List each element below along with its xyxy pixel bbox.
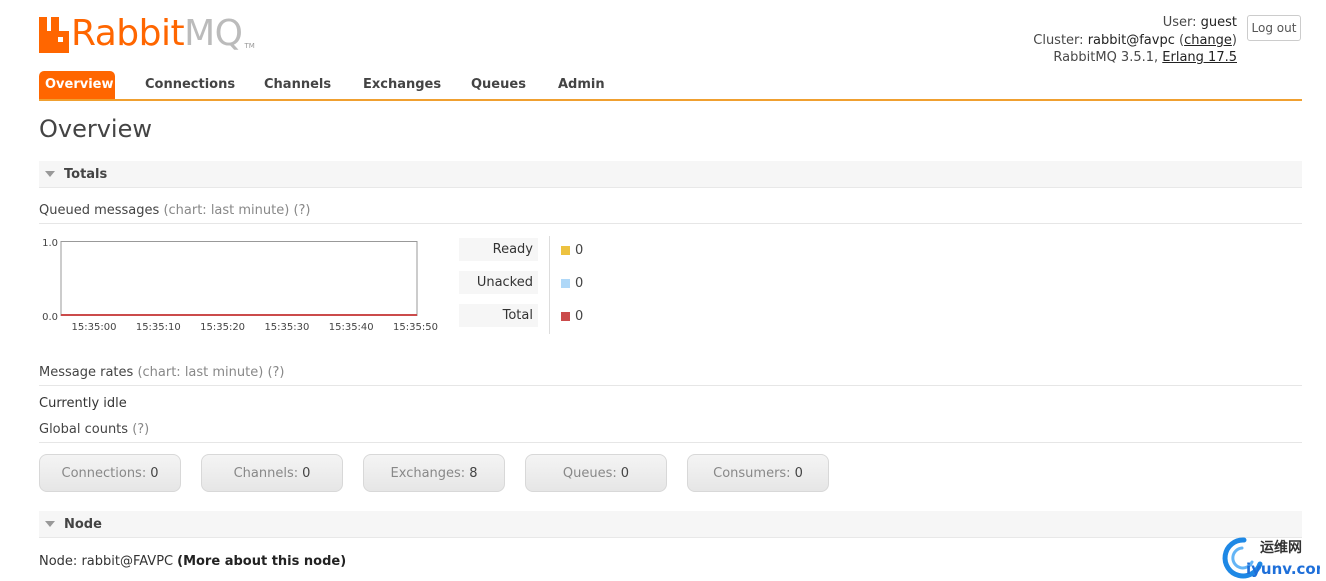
consumers-count-value: 0 — [794, 465, 803, 481]
message-rates-label: Message rates — [39, 365, 134, 380]
global-counts-heading: Global counts (?) — [39, 422, 1302, 443]
cluster-value: rabbit@favpc — [1087, 32, 1175, 48]
exchanges-count-value: 8 — [469, 465, 478, 481]
main-nav-tabs: Overview Connections Channels Exchanges … — [39, 71, 1302, 101]
tab-overview[interactable]: Overview — [39, 71, 115, 99]
queued-messages-note[interactable]: (chart: last minute) (?) — [163, 203, 310, 218]
version-text: RabbitMQ 3.5.1, — [1053, 50, 1159, 65]
legend-label-total[interactable]: Total — [459, 304, 538, 327]
page-title: Overview — [39, 115, 152, 143]
logo-rabbit-text: Rabbit — [71, 13, 185, 54]
exchanges-count-button[interactable]: Exchanges: 8 — [363, 454, 505, 492]
legend-value-unacked: 0 — [575, 276, 584, 291]
user-value: guest — [1200, 15, 1237, 30]
exchanges-count-label: Exchanges: — [390, 465, 466, 481]
totals-heading: Totals — [64, 166, 108, 182]
collapse-triangle-icon — [45, 521, 55, 527]
channels-count-value: 0 — [302, 465, 311, 481]
global-counts-label: Global counts — [39, 422, 129, 437]
legend-value-total: 0 — [575, 309, 584, 324]
queues-count-button[interactable]: Queues: 0 — [525, 454, 667, 492]
queues-count-value: 0 — [620, 465, 630, 481]
legend-swatch-total — [561, 312, 570, 321]
connections-count-value: 0 — [150, 465, 159, 481]
channels-count-label: Channels: — [233, 465, 299, 481]
cluster-label: Cluster: — [1033, 32, 1084, 48]
watermark-logo: 运维网 iyunv.com — [1222, 537, 1320, 579]
node-heading: Node — [64, 516, 102, 532]
x-tick-label: 15:35:20 — [200, 322, 245, 333]
x-tick-label: 15:35:30 — [264, 322, 309, 333]
x-tick-label: 15:35:00 — [72, 322, 117, 333]
cluster-change-link[interactable]: change — [1184, 33, 1232, 48]
queues-count-label: Queues: — [562, 465, 617, 481]
tab-queues[interactable]: Queues — [471, 71, 526, 99]
legend-separator — [549, 236, 550, 334]
consumers-count-label: Consumers: — [713, 465, 791, 481]
tab-admin[interactable]: Admin — [558, 71, 605, 99]
header-info: User: guest Cluster: rabbit@favpc (chang… — [1033, 15, 1237, 65]
collapse-triangle-icon — [45, 171, 55, 177]
legend-swatch-unacked — [561, 279, 570, 288]
rabbitmq-logo-icon — [39, 17, 69, 53]
queued-messages-heading: Queued messages (chart: last minute) (?) — [39, 203, 1302, 224]
more-about-node-link[interactable]: (More about this node) — [177, 554, 346, 569]
legend-label-ready[interactable]: Ready — [459, 238, 538, 261]
x-tick-label: 15:35:10 — [136, 322, 181, 333]
message-rates-heading: Message rates (chart: last minute) (?) — [39, 365, 1302, 386]
legend-value-ready: 0 — [575, 243, 584, 258]
logo-mq-text: MQ — [184, 13, 243, 54]
rabbitmq-logo: RabbitMQ TM — [39, 14, 255, 54]
node-name-text: Node: rabbit@FAVPC — [39, 554, 174, 569]
channels-count-button[interactable]: Channels: 0 — [201, 454, 343, 492]
connections-count-label: Connections: — [61, 465, 147, 481]
queued-messages-chart: 1.0 0.0 15:35:00 15:35:10 15:35:20 15:35:30… — [42, 238, 438, 333]
totals-section-header[interactable]: Totals — [39, 161, 1302, 188]
global-counts-note[interactable]: (?) — [132, 422, 149, 437]
watermark-cn-text: 运维网 — [1260, 539, 1302, 556]
y-tick-label-min: 0.0 — [42, 312, 58, 323]
tab-channels[interactable]: Channels — [264, 71, 331, 99]
x-tick-label: 15:35:40 — [329, 322, 374, 333]
consumers-count-button[interactable]: Consumers: 0 — [687, 454, 829, 492]
currently-idle-text: Currently idle — [39, 396, 127, 411]
logout-button[interactable]: Log out — [1247, 15, 1301, 41]
tab-connections[interactable]: Connections — [145, 71, 235, 99]
y-tick-label-max: 1.0 — [42, 238, 58, 249]
erlang-version-link[interactable]: Erlang 17.5 — [1162, 50, 1237, 65]
tab-exchanges[interactable]: Exchanges — [363, 71, 441, 99]
legend-label-unacked[interactable]: Unacked — [459, 271, 538, 294]
message-rates-note[interactable]: (chart: last minute) (?) — [137, 365, 284, 380]
logo-trademark: TM — [244, 42, 255, 50]
connections-count-button[interactable]: Connections: 0 — [39, 454, 181, 492]
watermark-domain-text: iyunv.com — [1246, 560, 1320, 578]
node-section-header[interactable]: Node — [39, 511, 1302, 538]
node-info-line: Node: rabbit@FAVPC (More about this node) — [39, 554, 346, 569]
x-tick-label: 15:35:50 — [393, 322, 438, 333]
user-label: User: — [1162, 15, 1197, 30]
chart-plot-frame — [60, 241, 418, 316]
legend-swatch-ready — [561, 246, 570, 255]
queued-messages-label: Queued messages — [39, 203, 160, 218]
